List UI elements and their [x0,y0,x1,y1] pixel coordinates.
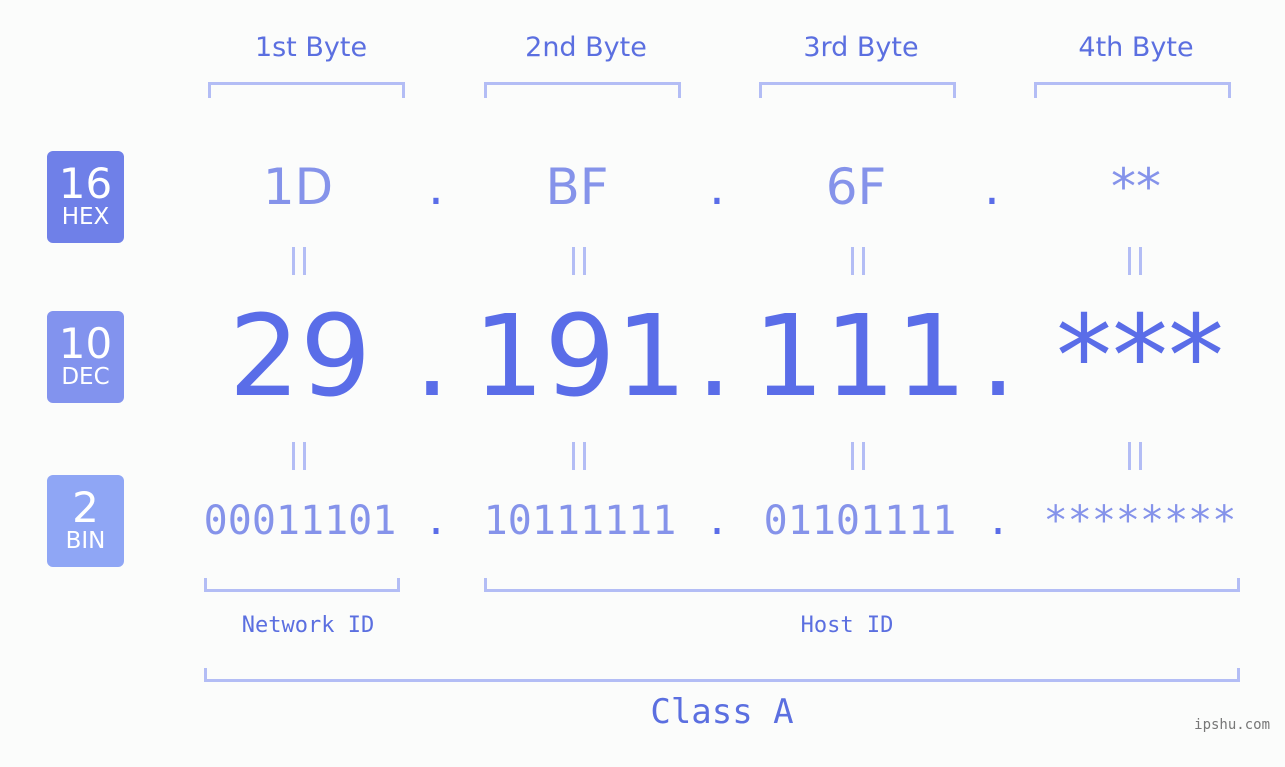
bin-separator-1: . [423,498,449,544]
host-id-label: Host ID [800,613,894,638]
network-id-bracket [204,578,400,592]
byte-header-1: 1st Byte [254,32,368,63]
byte-header-2: 2nd Byte [525,32,647,63]
class-label: Class A [650,692,794,732]
byte-bracket-4 [1034,82,1231,98]
equals-icon [572,442,592,470]
bin-byte-2: 10111111 [483,498,677,544]
bin-separator-2: . [704,498,730,544]
dec-separator-3: . [980,292,1016,422]
dec-separator-1: . [414,292,450,422]
equals-icon [851,442,871,470]
hex-byte-4: ** [1111,158,1161,216]
dec-label: DEC [61,364,110,390]
dec-separator-2: . [696,292,732,422]
byte-bracket-3 [759,82,956,98]
dec-byte-4: *** [1056,292,1224,422]
dec-badge: 10 DEC [47,311,124,403]
host-id-bracket [484,578,1240,592]
equals-icon [572,247,592,275]
hex-label: HEX [61,204,110,230]
bin-badge: 2 BIN [47,475,124,567]
bin-byte-4: ******** [1043,498,1237,544]
bin-byte-3: 01101111 [763,498,957,544]
hex-badge: 16 HEX [47,151,124,243]
dec-byte-2: 191 [473,292,687,422]
dec-byte-1: 29 [228,292,372,422]
bin-byte-1: 00011101 [203,498,397,544]
equals-icon [292,442,312,470]
byte-header-4: 4th Byte [1078,32,1194,63]
bin-separator-3: . [985,498,1011,544]
equals-icon [1128,247,1148,275]
byte-bracket-2 [484,82,681,98]
bin-base: 2 [72,483,99,532]
byte-bracket-1 [208,82,405,98]
bin-label: BIN [65,528,106,554]
byte-header-3: 3rd Byte [803,32,919,63]
watermark: ipshu.com [1194,717,1270,733]
equals-icon [292,247,312,275]
class-bracket [204,668,1240,682]
equals-icon [1128,442,1148,470]
dec-base: 10 [58,319,113,368]
equals-icon [851,247,871,275]
dec-byte-3: 111 [753,292,967,422]
network-id-label: Network ID [241,613,375,638]
hex-base: 16 [58,159,113,208]
